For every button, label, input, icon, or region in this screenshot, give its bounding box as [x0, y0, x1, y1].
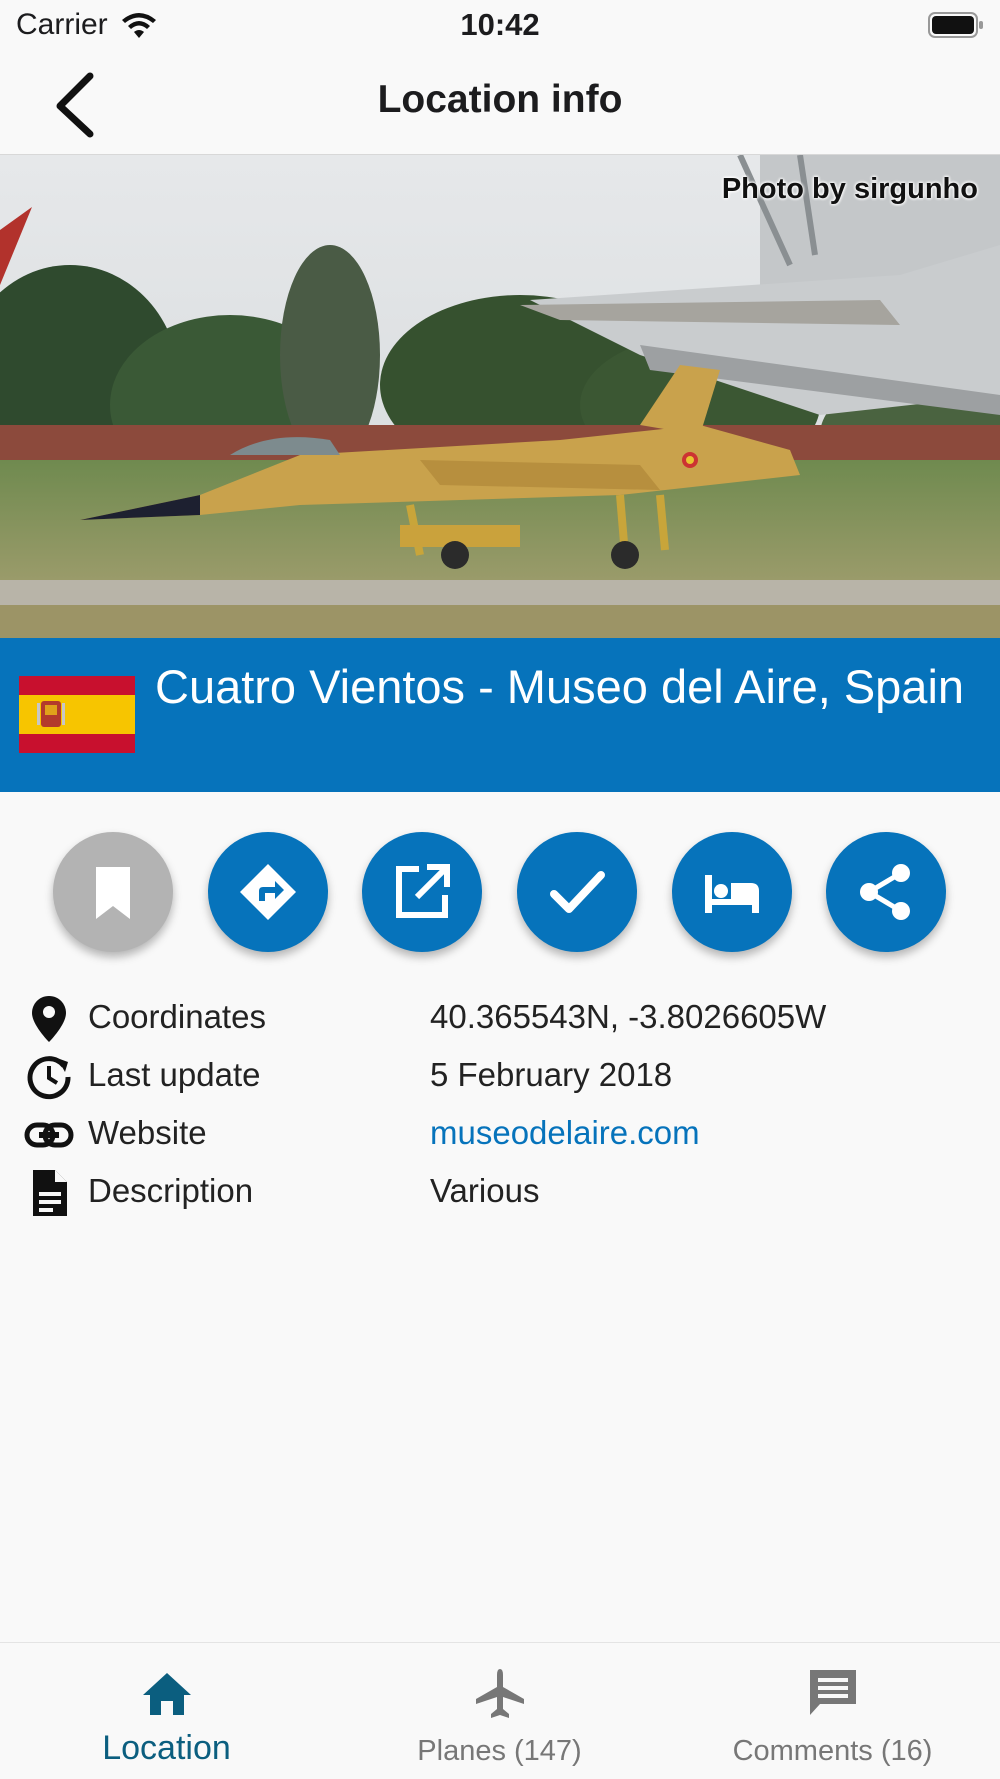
checkmark-icon [550, 871, 605, 913]
bookmark-button[interactable] [53, 832, 173, 952]
history-icon [27, 1056, 71, 1100]
share-button[interactable] [826, 832, 946, 952]
location-pin-icon [32, 996, 66, 1042]
coordinates-row: Coordinates 40.365543N, -3.8026605W [0, 990, 1000, 1048]
description-label: Description [88, 1172, 254, 1209]
website-label: Website [88, 1114, 207, 1151]
home-icon [142, 1673, 191, 1715]
description-value: Various [430, 1172, 540, 1209]
spain-flag-icon [19, 676, 135, 753]
last-update-label: Last update [88, 1056, 261, 1093]
photo-credit: Photo by sirgunho [721, 173, 978, 205]
bed-icon [705, 875, 759, 913]
share-icon [860, 864, 910, 920]
link-icon [24, 1122, 74, 1148]
tab-planes-label: Planes (147) [417, 1735, 582, 1767]
tab-location-label: Location [102, 1729, 231, 1767]
tab-comments-label: Comments (16) [732, 1735, 933, 1767]
open-external-icon [396, 864, 450, 918]
last-update-row: Last update 5 February 2018 [0, 1048, 1000, 1106]
clock: 10:42 [460, 7, 540, 42]
tab-comments[interactable]: Comments (16) [666, 1643, 999, 1779]
aircraft-photo [0, 155, 1000, 638]
tab-bar: Location Planes (147) Comments (16) [0, 1642, 1000, 1779]
document-icon [33, 1170, 67, 1216]
location-title: Cuatro Vientos - Museo del Aire, Spain [155, 660, 965, 713]
tab-location[interactable]: Location [0, 1643, 333, 1779]
website-link[interactable]: museodelaire.com [430, 1114, 700, 1152]
action-buttons [0, 832, 1000, 952]
hotel-button[interactable] [672, 832, 792, 952]
website-row: Website museodelaire.com [0, 1106, 1000, 1164]
description-row: Description Various [0, 1164, 1000, 1222]
bookmark-icon [96, 867, 130, 919]
open-external-button[interactable] [362, 832, 482, 952]
location-header: Cuatro Vientos - Museo del Aire, Spain [0, 638, 1000, 792]
directions-button[interactable] [208, 832, 328, 952]
last-update-value: 5 February 2018 [430, 1056, 673, 1093]
battery-icon [928, 12, 983, 38]
location-photo[interactable]: Photo by sirgunho [0, 155, 1000, 638]
page-title: Location info [377, 78, 623, 121]
status-bar: Carrier 10:42 [0, 0, 1000, 52]
visited-button[interactable] [517, 832, 637, 952]
coordinates-value: 40.365543N, -3.8026605W [430, 998, 827, 1035]
airplane-icon [475, 1669, 524, 1718]
navigation-bar: Location info [0, 52, 1000, 155]
coordinates-label: Coordinates [88, 998, 266, 1035]
comment-icon [809, 1670, 856, 1715]
tab-planes[interactable]: Planes (147) [333, 1643, 666, 1779]
directions-icon [240, 864, 296, 920]
